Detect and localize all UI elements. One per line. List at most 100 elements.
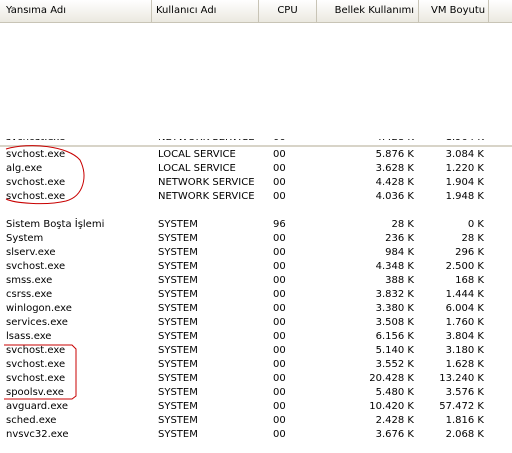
table-row[interactable]: sched.exe SYSTEM 00 2.428 K 1.816 K — [0, 414, 512, 428]
memory-usage: 10.420 K — [369, 401, 414, 412]
vm-size: 6.004 K — [445, 303, 484, 314]
user-name: SYSTEM — [158, 345, 198, 356]
process-name: lsass.exe — [6, 331, 52, 342]
user-name: SYSTEM — [158, 387, 198, 398]
memory-usage: 3.676 K — [375, 429, 414, 440]
memory-usage: 5.480 K — [375, 387, 414, 398]
table-row[interactable]: spoolsv.exe SYSTEM 00 5.480 K 3.576 K — [0, 386, 512, 400]
memory-usage: 28 K — [391, 219, 414, 230]
cpu-value: 00 — [273, 177, 286, 188]
process-name: System — [6, 233, 44, 244]
process-name: services.exe — [6, 317, 68, 328]
user-name: NETWORK SERVICE — [158, 191, 255, 202]
process-name: svchost.exe — [6, 373, 66, 384]
table-row[interactable]: svchost.exe SYSTEM 00 5.140 K 3.180 K — [0, 344, 512, 358]
cpu-value: 00 — [273, 261, 286, 272]
cpu-value: 00 — [273, 401, 286, 412]
cpu-value: 00 — [273, 303, 286, 314]
user-name: NETWORK SERVICE — [158, 177, 255, 188]
vm-size: 57.472 K — [439, 401, 484, 412]
cpu-value: 00 — [273, 317, 286, 328]
memory-usage: 3.628 K — [375, 163, 414, 174]
table-row[interactable]: svchost.exe LOCAL SERVICE 00 5.876 K 3.084 K — [0, 148, 512, 162]
memory-usage: 388 K — [385, 275, 414, 286]
table-row[interactable]: csrss.exe SYSTEM 00 3.832 K 1.444 K — [0, 288, 512, 302]
vm-size: 1.948 K — [445, 191, 484, 202]
vm-size: 168 K — [455, 275, 484, 286]
user-name: SYSTEM — [158, 289, 198, 300]
process-list: svchost.exe LOCAL SERVICE 00 5.876 K 3.084 K… — [0, 0, 512, 453]
table-row[interactable]: svchost.exe SYSTEM 00 4.348 K 2.500 K — [0, 260, 512, 274]
cpu-value: 00 — [273, 331, 286, 342]
memory-usage: 6.156 K — [375, 331, 414, 342]
vm-size: 3.804 K — [445, 331, 484, 342]
vm-size: 296 K — [455, 247, 484, 258]
process-name: svchost.exe — [6, 261, 66, 272]
user-name: SYSTEM — [158, 303, 198, 314]
memory-usage: 20.428 K — [369, 373, 414, 384]
user-name: SYSTEM — [158, 219, 198, 230]
process-name: svchost.exe — [6, 177, 66, 188]
table-row[interactable]: System SYSTEM 00 236 K 28 K — [0, 232, 512, 246]
memory-usage: 3.508 K — [375, 317, 414, 328]
table-row[interactable]: slserv.exe SYSTEM 00 984 K 296 K — [0, 246, 512, 260]
vm-size: 2.500 K — [445, 261, 484, 272]
table-row[interactable]: Sistem Boşta İşlemi SYSTEM 96 28 K 0 K — [0, 218, 512, 232]
process-name: spoolsv.exe — [6, 387, 64, 398]
user-name: SYSTEM — [158, 373, 198, 384]
user-name: SYSTEM — [158, 275, 198, 286]
memory-usage: 5.876 K — [375, 149, 414, 160]
vm-size: 2.068 K — [445, 429, 484, 440]
user-name: SYSTEM — [158, 247, 198, 258]
table-row[interactable]: smss.exe SYSTEM 00 388 K 168 K — [0, 274, 512, 288]
table-row[interactable]: svchost.exe NETWORK SERVICE 00 4.036 K 1.948… — [0, 190, 512, 204]
vm-size: 3.084 K — [445, 149, 484, 160]
user-name: SYSTEM — [158, 331, 198, 342]
table-row[interactable]: svchost.exe NETWORK SERVICE 00 4.428 K 1.904… — [0, 176, 512, 190]
table-row[interactable]: services.exe SYSTEM 00 3.508 K 1.760 K — [0, 316, 512, 330]
cpu-value: 00 — [273, 191, 286, 202]
cpu-value: 00 — [273, 275, 286, 286]
memory-usage: 984 K — [385, 247, 414, 258]
cpu-value: 00 — [273, 149, 286, 160]
process-name: winlogon.exe — [6, 303, 72, 314]
process-name: Sistem Boşta İşlemi — [6, 219, 105, 230]
cpu-value: 00 — [273, 247, 286, 258]
memory-usage: 3.552 K — [375, 359, 414, 370]
table-row[interactable]: nvsvc32.exe SYSTEM 00 3.676 K 2.068 K — [0, 428, 512, 442]
memory-usage: 3.832 K — [375, 289, 414, 300]
vm-size: 3.576 K — [445, 387, 484, 398]
vm-size: 3.180 K — [445, 345, 484, 356]
user-name: SYSTEM — [158, 359, 198, 370]
user-name: SYSTEM — [158, 429, 198, 440]
memory-usage: 2.428 K — [375, 415, 414, 426]
vm-size: 1.444 K — [445, 289, 484, 300]
user-name: SYSTEM — [158, 401, 198, 412]
vm-size: 13.240 K — [439, 373, 484, 384]
user-name: SYSTEM — [158, 317, 198, 328]
vm-size: 28 K — [461, 233, 484, 244]
vm-size: 1.220 K — [445, 163, 484, 174]
process-name: sched.exe — [6, 415, 57, 426]
user-name: SYSTEM — [158, 233, 198, 244]
user-name: LOCAL SERVICE — [158, 163, 236, 174]
process-name: svchost.exe — [6, 359, 66, 370]
memory-usage: 4.036 K — [375, 191, 414, 202]
table-row[interactable]: svchost.exe SYSTEM 00 20.428 K 13.240 K — [0, 372, 512, 386]
table-row[interactable]: alg.exe LOCAL SERVICE 00 3.628 K 1.220 K — [0, 162, 512, 176]
vm-size: 0 K — [467, 219, 484, 230]
table-row[interactable]: avguard.exe SYSTEM 00 10.420 K 57.472 K — [0, 400, 512, 414]
process-name: alg.exe — [6, 163, 43, 174]
process-name: avguard.exe — [6, 401, 69, 412]
process-name: slserv.exe — [6, 247, 56, 258]
cpu-value: 00 — [273, 233, 286, 244]
cpu-value: 00 — [273, 345, 286, 356]
cpu-value: 00 — [273, 359, 286, 370]
process-name: smss.exe — [6, 275, 53, 286]
table-row[interactable]: lsass.exe SYSTEM 00 6.156 K 3.804 K — [0, 330, 512, 344]
process-name: nvsvc32.exe — [6, 429, 69, 440]
table-row[interactable]: winlogon.exe SYSTEM 00 3.380 K 6.004 K — [0, 302, 512, 316]
table-row[interactable]: svchost.exe SYSTEM 00 3.552 K 1.628 K — [0, 358, 512, 372]
cpu-value: 00 — [273, 163, 286, 174]
vm-size: 1.628 K — [445, 359, 484, 370]
